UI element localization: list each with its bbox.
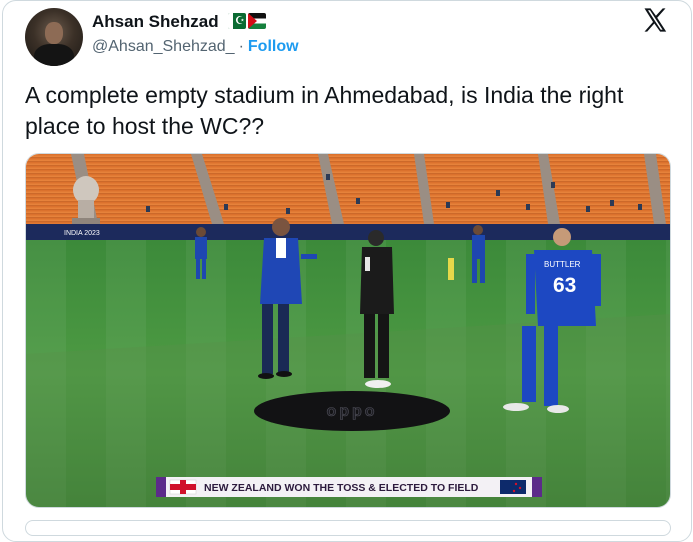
avatar[interactable] bbox=[25, 8, 83, 66]
new-zealand-flag-icon bbox=[500, 480, 526, 494]
advertising-boards bbox=[26, 224, 670, 240]
pakistan-flag-icon: ☪ bbox=[228, 13, 246, 29]
author-handle-row: @Ahsan_Shehzad_ · Follow bbox=[92, 38, 299, 56]
jersey-name: BUTTLER bbox=[544, 260, 581, 269]
avatar-body bbox=[34, 44, 74, 66]
avatar-face bbox=[45, 22, 63, 44]
author-name[interactable]: Ahsan Shehzad bbox=[92, 12, 219, 32]
tweet-text: A complete empty stadium in Ahmedabad, i… bbox=[25, 82, 624, 139]
palestine-flag-icon bbox=[248, 13, 266, 29]
next-card-edge bbox=[25, 520, 671, 536]
england-flag-icon bbox=[169, 479, 197, 495]
x-logo-icon[interactable] bbox=[641, 6, 669, 34]
cricket-toss-photo: INDIA 2023 oppo BUTTLER 63 NEW ZEALAND W… bbox=[26, 154, 670, 507]
empty-stands bbox=[26, 154, 670, 229]
stumps bbox=[448, 258, 454, 280]
author-handle[interactable]: @Ahsan_Shehzad_ bbox=[92, 38, 235, 55]
separator: · bbox=[238, 38, 244, 55]
toss-caption-bar: NEW ZEALAND WON THE TOSS & ELECTED TO FI… bbox=[156, 477, 542, 497]
follow-button[interactable]: Follow bbox=[248, 38, 299, 55]
author-flags: ☪ bbox=[228, 13, 266, 29]
event-badge: INDIA 2023 bbox=[64, 230, 100, 237]
sponsor-logo: oppo bbox=[326, 403, 377, 420]
toss-caption: NEW ZEALAND WON THE TOSS & ELECTED TO FI… bbox=[204, 482, 479, 494]
tweet-media[interactable]: INDIA 2023 oppo BUTTLER 63 NEW ZEALAND W… bbox=[25, 153, 671, 508]
jersey-number: 63 bbox=[553, 274, 576, 297]
